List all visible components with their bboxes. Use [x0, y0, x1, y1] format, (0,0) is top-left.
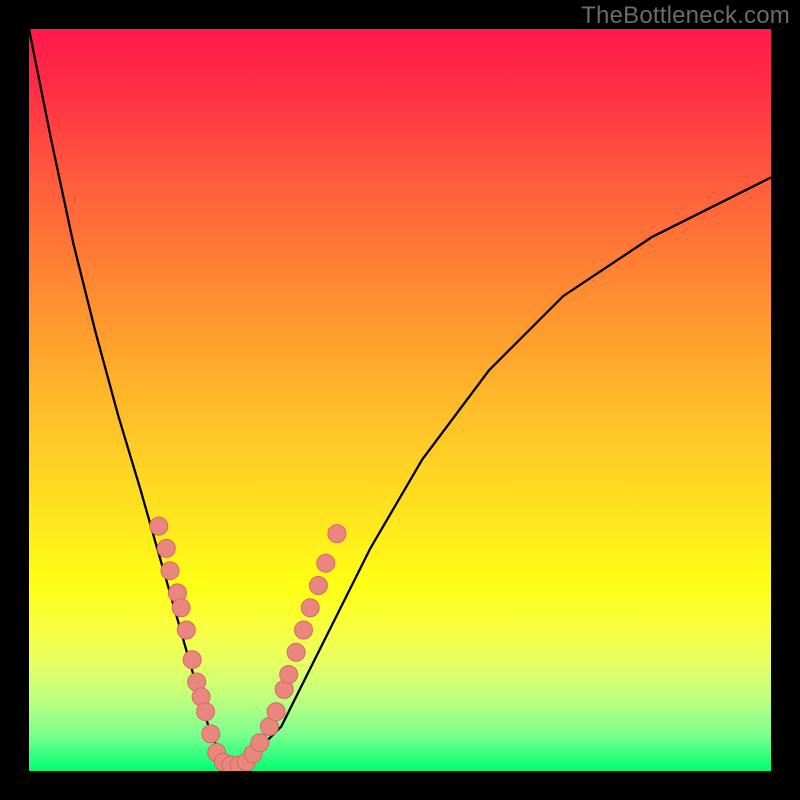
data-point: [309, 577, 327, 595]
data-point: [183, 651, 201, 669]
chart-frame: TheBottleneck.com: [0, 0, 800, 800]
data-point: [150, 517, 168, 535]
data-point: [267, 703, 285, 721]
data-point: [161, 562, 179, 580]
data-point: [172, 599, 190, 617]
data-point: [280, 666, 298, 684]
data-point: [301, 599, 319, 617]
data-point: [197, 703, 215, 721]
data-point: [202, 725, 220, 743]
data-point: [328, 525, 346, 543]
data-point: [317, 554, 335, 572]
data-point: [287, 643, 305, 661]
plot-area: [29, 29, 771, 771]
data-point: [157, 539, 175, 557]
data-point: [177, 621, 195, 639]
data-point: [251, 734, 269, 752]
bottleneck-curve: [29, 29, 771, 771]
watermark-text: TheBottleneck.com: [581, 2, 790, 30]
data-point: [295, 621, 313, 639]
